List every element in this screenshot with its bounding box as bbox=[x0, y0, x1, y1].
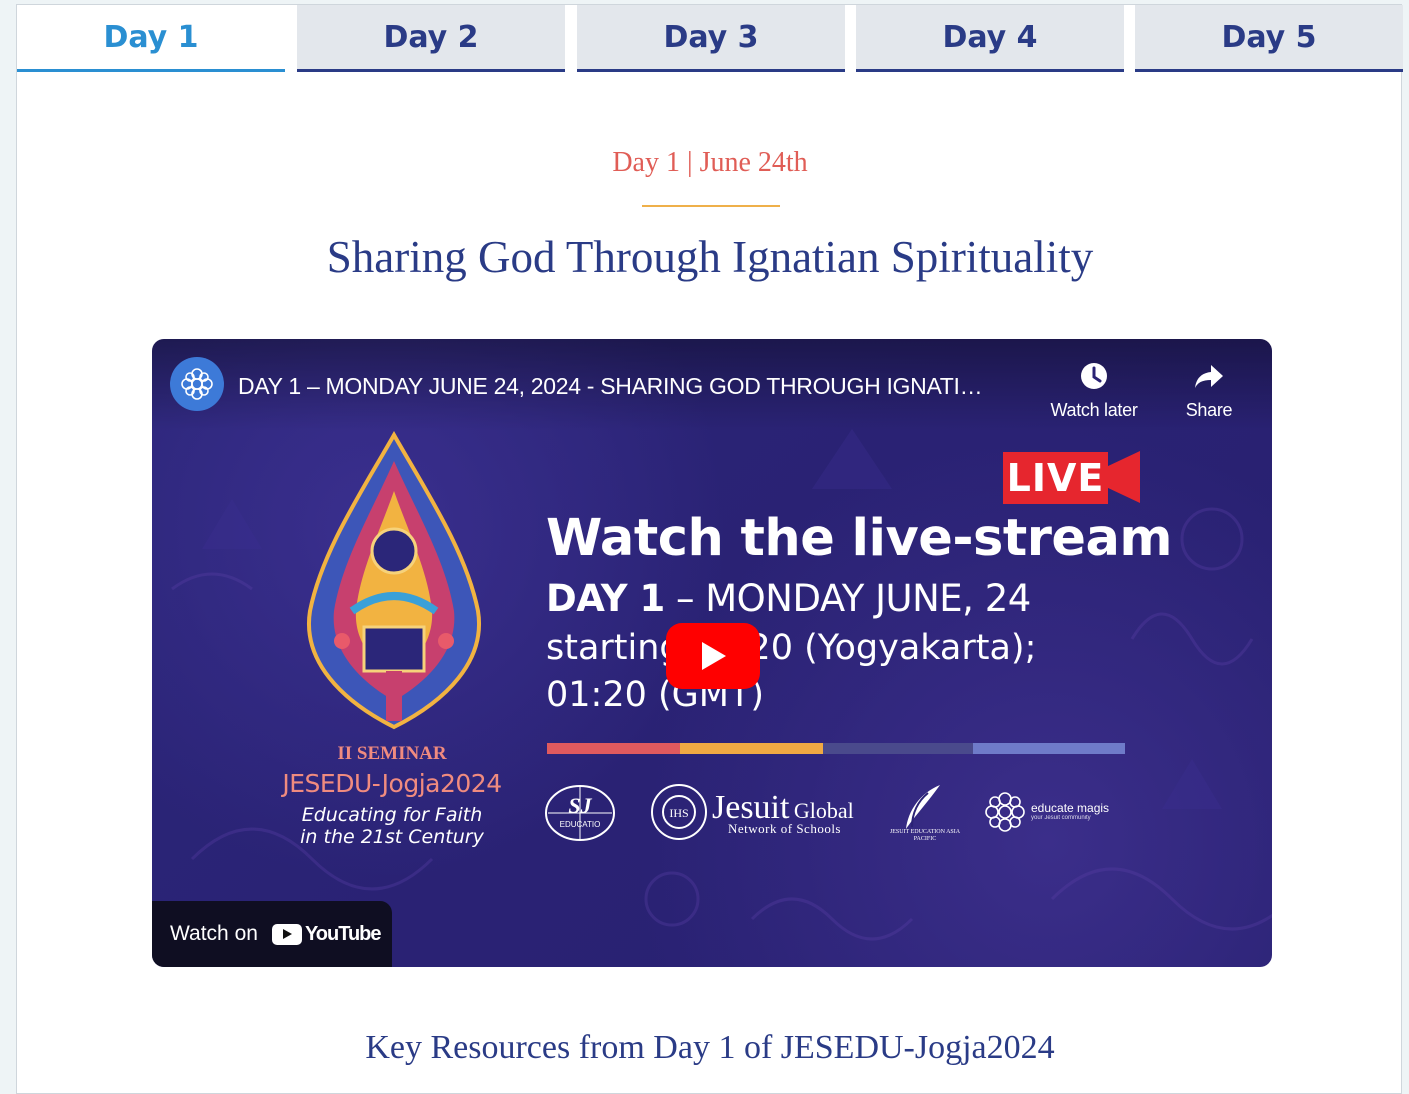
page-title: Sharing God Through Ignatian Spiritualit… bbox=[326, 232, 1094, 282]
page-frame: Day 1 Day 2 Day 3 Day 4 Day 5 Day 1 | Ju… bbox=[16, 4, 1403, 1094]
educate-magis-flower-logo bbox=[985, 792, 1025, 832]
sj-sub: EDUCATIO bbox=[560, 820, 601, 829]
youtube-logo: YouTube bbox=[271, 922, 382, 946]
global-wordmark: Global bbox=[793, 798, 854, 823]
live-badge: LIVE bbox=[1003, 452, 1108, 504]
watch-on-label: Watch on bbox=[170, 922, 258, 945]
seminar-block: II SEMINAR JESEDU-Jogja2024 Educating fo… bbox=[272, 743, 512, 848]
share-arrow-icon bbox=[1195, 365, 1223, 388]
clock-icon bbox=[1081, 363, 1107, 389]
color-bar-indigo bbox=[823, 743, 973, 754]
watch-later-button[interactable]: Watch later bbox=[1039, 361, 1149, 421]
sj-educatio-logo: SJ EDUCATIO bbox=[545, 785, 615, 841]
flower-icon bbox=[181, 368, 213, 400]
tab-day-1[interactable]: Day 1 bbox=[17, 5, 285, 72]
date-line: Day 1 | June 24th bbox=[612, 147, 808, 178]
play-icon bbox=[702, 642, 726, 670]
gunungan-illustration bbox=[306, 431, 482, 730]
youtube-wordmark: YouTube bbox=[304, 922, 382, 945]
key-resources-heading: Key Resources from Day 1 of JESEDU-Jogja… bbox=[365, 1029, 1055, 1066]
divider bbox=[642, 205, 780, 207]
educate-magis-logo: educate magis your Jesuit community bbox=[1031, 801, 1109, 821]
thumbnail-day-line: DAY 1 – MONDAY JUNE, 24 bbox=[546, 577, 1031, 620]
seminar-edition: II SEMINAR bbox=[337, 743, 447, 764]
camera-icon bbox=[1106, 451, 1140, 503]
watch-later-label: Watch later bbox=[1050, 400, 1138, 420]
thumbnail-day-bold: DAY 1 bbox=[546, 577, 665, 620]
color-bar-blue bbox=[973, 743, 1125, 754]
thumbnail-start-line-1: starting 08.20 (Yogyakarta); bbox=[546, 628, 1037, 668]
jesuit-global-network-seal: IHS bbox=[651, 784, 707, 840]
tab-day-3[interactable]: Day 3 bbox=[577, 5, 845, 72]
video-player[interactable]: DAY 1 – MONDAY JUNE 24, 2024 - SHARING G… bbox=[152, 339, 1272, 967]
thumbnail-headline: Watch the live-stream bbox=[546, 509, 1173, 568]
color-bar-red bbox=[547, 743, 680, 754]
seminar-tagline-1: Educating for Faith bbox=[301, 804, 483, 826]
day-tabs: Day 1 Day 2 Day 3 Day 4 Day 5 bbox=[17, 5, 1403, 73]
sj-mark: SJ bbox=[568, 793, 592, 818]
share-button[interactable]: Share bbox=[1154, 361, 1264, 421]
seminar-tagline: Educating for Faith in the 21st Century bbox=[272, 804, 512, 848]
tab-day-2[interactable]: Day 2 bbox=[297, 5, 565, 72]
thumbnail-start-time: starting 08.20 (Yogyakarta); 01:20 (GMT) bbox=[546, 625, 1166, 719]
seminar-tagline-2: in the 21st Century bbox=[300, 826, 484, 848]
tab-day-5[interactable]: Day 5 bbox=[1135, 5, 1403, 72]
educate-magis-wordmark: educate magis bbox=[1031, 801, 1110, 815]
channel-avatar[interactable] bbox=[170, 357, 224, 411]
educate-magis-sub: your Jesuit community bbox=[1031, 815, 1091, 821]
thumbnail-day-rest: – MONDAY JUNE, 24 bbox=[664, 577, 1031, 620]
tab-day-4[interactable]: Day 4 bbox=[856, 5, 1124, 72]
seminar-name: JESEDU-Jogja2024 bbox=[282, 769, 502, 798]
jeap-feather-logo bbox=[906, 785, 940, 829]
jeap-caption: JESUIT EDUCATION ASIA PACIFIC bbox=[889, 829, 961, 842]
network-subtitle: Network of Schools bbox=[728, 821, 841, 836]
color-bar-orange bbox=[680, 743, 823, 754]
share-label: Share bbox=[1185, 400, 1233, 420]
youtube-play-icon bbox=[271, 923, 302, 945]
thumbnail-start-line-2: 01:20 (GMT) bbox=[546, 675, 764, 715]
jesuit-global-network-logo: Jesuit Global Network of Schools bbox=[712, 789, 854, 837]
video-title[interactable]: DAY 1 – MONDAY JUNE 24, 2024 - SHARING G… bbox=[238, 373, 1048, 400]
watch-on-youtube-button[interactable]: Watch on YouTube bbox=[152, 901, 392, 967]
play-button[interactable] bbox=[666, 623, 760, 689]
svg-text:IHS: IHS bbox=[669, 806, 688, 820]
